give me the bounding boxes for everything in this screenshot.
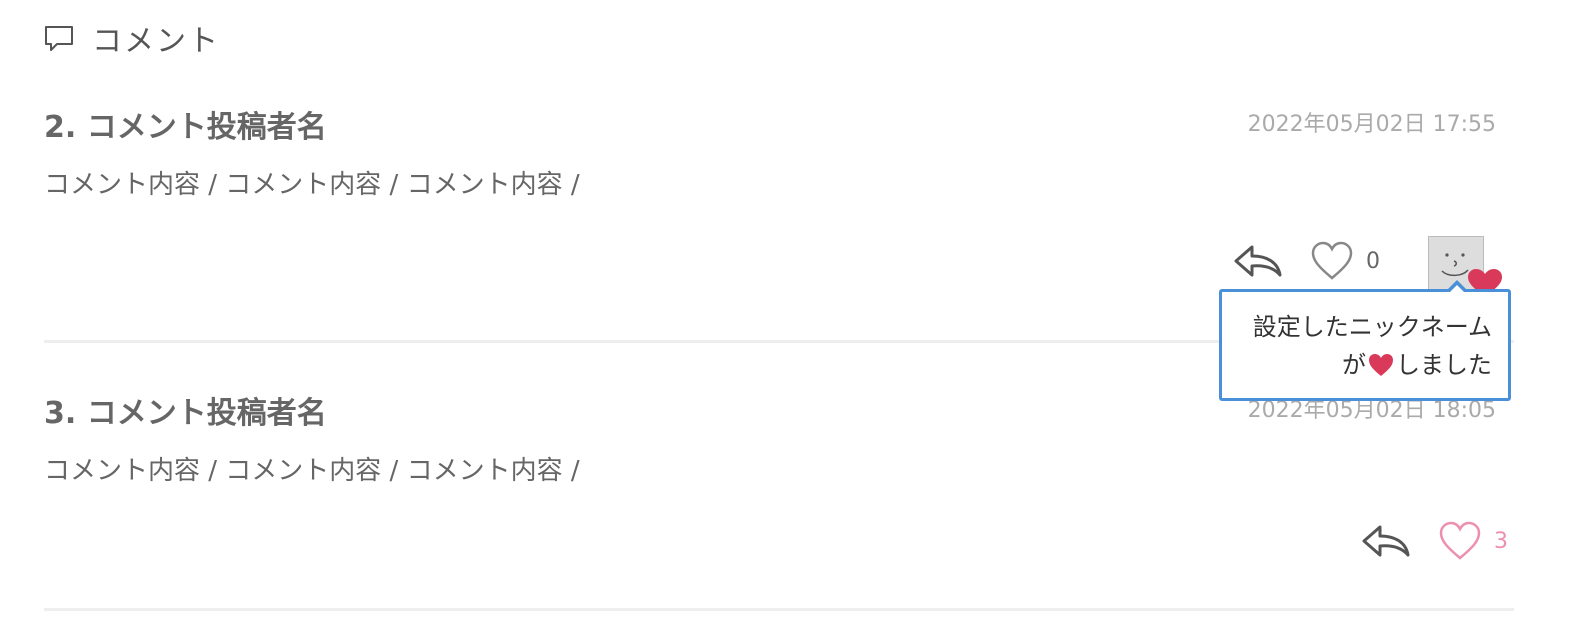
like-button[interactable]: 3 xyxy=(1438,520,1508,562)
like-notification-tooltip: 設定したニックネーム が しました xyxy=(1219,280,1511,401)
tooltip-line-1: 設定したニックネーム xyxy=(1252,313,1492,341)
reply-icon[interactable] xyxy=(1360,521,1412,561)
like-button[interactable]: 0 xyxy=(1310,240,1380,282)
comments-section-header: コメント xyxy=(44,18,220,59)
heart-icon xyxy=(1369,354,1393,376)
comment-item: 3. コメント投稿者名 2022年05月02日 18:05 コメント内容 / コ… xyxy=(44,388,1514,614)
tooltip-line-2: が しました xyxy=(1238,346,1492,384)
heart-outline-icon xyxy=(1311,241,1353,280)
tooltip-suffix: しました xyxy=(1396,351,1492,379)
comment-icon xyxy=(45,26,73,51)
comment-body: コメント内容 / コメント内容 / コメント内容 / xyxy=(44,170,580,200)
comment-author: 3. コメント投稿者名 xyxy=(44,396,327,431)
like-count: 0 xyxy=(1366,248,1380,274)
tooltip-prefix: が xyxy=(1342,351,1366,379)
like-count: 3 xyxy=(1494,528,1508,554)
reply-icon[interactable] xyxy=(1232,241,1284,281)
comment-actions: 0 xyxy=(1232,240,1380,282)
heart-outline-icon xyxy=(1439,521,1481,560)
comment-actions: 3 xyxy=(1360,520,1508,562)
section-title: コメント xyxy=(92,24,220,59)
comment-author: 2. コメント投稿者名 xyxy=(44,110,327,145)
comment-body: コメント内容 / コメント内容 / コメント内容 / xyxy=(44,456,580,486)
comment-divider xyxy=(44,608,1514,611)
comment-date: 2022年05月02日 17:55 xyxy=(1247,112,1496,137)
